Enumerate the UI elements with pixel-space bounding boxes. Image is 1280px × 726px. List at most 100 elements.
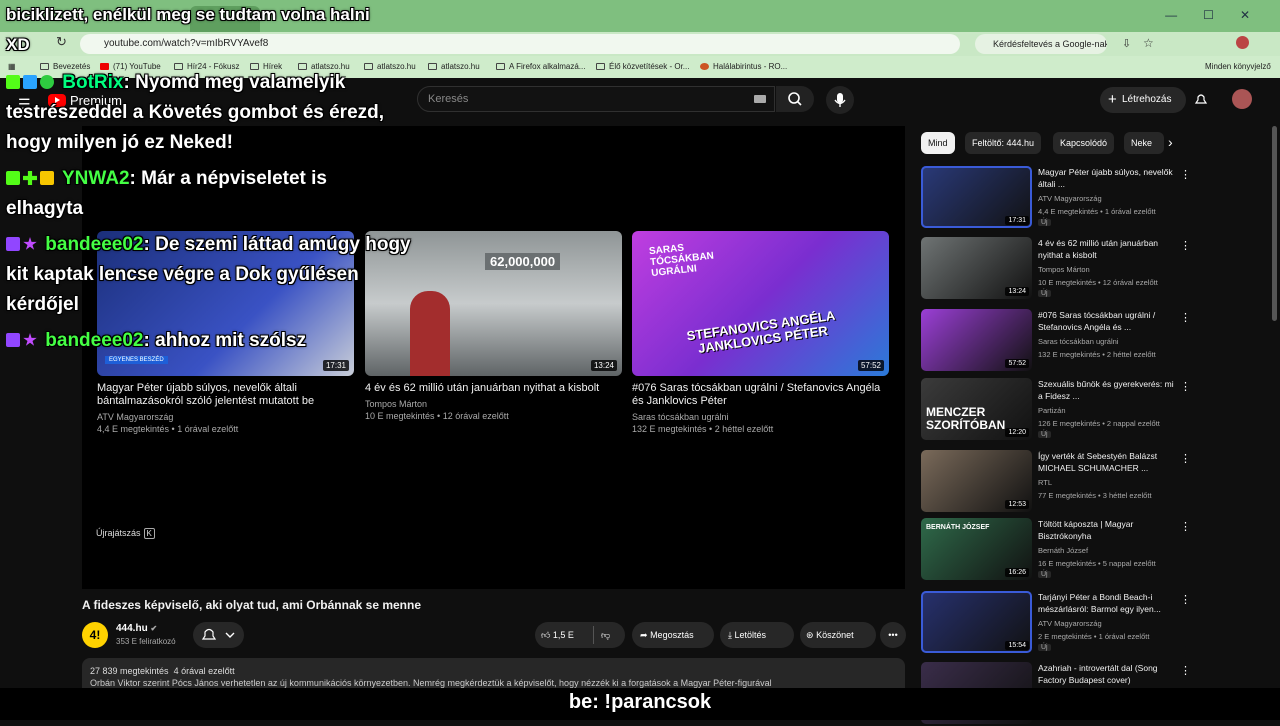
recommended-stats: 4,4 E megtekintés • 1 órával ezelőtt [1038, 207, 1156, 216]
new-badge: Új [1038, 644, 1051, 651]
more-vert-icon[interactable]: ⋮ [1180, 664, 1191, 677]
recommended-video[interactable]: 17:31 Magyar Péter újabb súlyos, nevelők … [921, 166, 1191, 230]
chat-message: bandeee02: ahhoz mit szólsz [6, 326, 306, 356]
chip-uploader[interactable]: Feltöltő: 444.hu [965, 132, 1042, 154]
recommended-video[interactable]: 15:54 Tarjányi Péter a Bondi Beach-i mész… [921, 591, 1191, 655]
address-bar[interactable]: youtube.com/watch?v=mIbRVYAvef8 [80, 34, 960, 54]
more-vert-icon[interactable]: ⋮ [1180, 380, 1191, 393]
bookmark-star-icon[interactable]: ☆ [1143, 36, 1154, 50]
chat-username: bandeee02 [45, 330, 144, 351]
thumbnail-overlay-text: 62,000,000 [485, 253, 561, 270]
bookmark-label: Halálabirintus - RO... [713, 62, 788, 71]
recommended-video[interactable]: MENCZER SZORÍTÓBAN 12:20 Szexuális bűnök é… [921, 378, 1191, 442]
channel-name[interactable]: 444.hu ✔ [116, 623, 157, 634]
thanks-label: Köszönet [816, 630, 854, 640]
chat-text: : De szemi láttad amúgy hogy [143, 234, 411, 255]
url-text: youtube.com/watch?v=mIbRVYAvef8 [104, 38, 269, 49]
scrollbar[interactable] [1272, 126, 1277, 321]
more-vert-icon[interactable]: ⋮ [1180, 311, 1191, 324]
like-dislike-group: 👍︎ 1,5 E 👎︎ [535, 622, 625, 648]
duration-badge: 16:26 [1005, 568, 1029, 577]
install-icon[interactable]: ⇩ [1122, 37, 1131, 50]
endscreen-channel: ATV Magyarország [97, 412, 174, 422]
recommended-thumbnail: 13:24 [921, 237, 1032, 299]
more-vert-icon[interactable]: ⋮ [1180, 520, 1191, 533]
keyboard-icon[interactable] [754, 95, 766, 103]
chip-all[interactable]: Mind [921, 132, 955, 154]
download-button[interactable]: ⤓ Letöltés [720, 622, 794, 648]
search-button[interactable] [776, 86, 814, 112]
all-bookmarks[interactable]: Minden könyvjelző [1205, 62, 1271, 71]
maximize-icon[interactable]: ☐ [1203, 8, 1214, 22]
create-button[interactable]: Létrehozás [1100, 87, 1186, 113]
more-vert-icon[interactable]: ⋮ [1180, 452, 1191, 465]
endscreen-video-card[interactable]: SARAS TÓCSÁKBAN UGRÁLNI STEFANOVICS ANGÉ… [632, 231, 889, 435]
notifications-bell-icon[interactable] [1194, 92, 1208, 107]
search-placeholder: Keresés [428, 93, 469, 105]
bell-dropdown-icon [201, 628, 235, 640]
endscreen-channel: Saras tócsákban ugrálni [632, 412, 729, 422]
recommended-stats: 132 E megtekintés • 2 héttel ezelőtt [1038, 350, 1156, 359]
voice-search-button[interactable] [826, 86, 854, 114]
recommended-thumbnail: 17:31 [921, 166, 1032, 228]
thanks-button[interactable]: ⊛ Köszönet [800, 622, 876, 648]
new-badge: Új [1038, 290, 1051, 297]
more-icon: ••• [888, 630, 898, 640]
bookmark-item[interactable]: atlatszo.hu [428, 62, 480, 71]
chevron-right-icon[interactable]: › [1168, 134, 1173, 150]
verified-icon: ✔ [150, 624, 158, 633]
bookmark-item[interactable]: Élő közvetítések - Or... [596, 62, 689, 71]
recommended-thumbnail: 15:54 [921, 591, 1032, 653]
chip-for-you[interactable]: Neke [1124, 132, 1164, 154]
recommended-thumbnail: BERNÁTH JÓZSEF 16:26 [921, 518, 1032, 580]
thumbnail-overlay-text: STEFANOVICS ANGÉLA JANKLOVICS PÉTER [685, 307, 837, 356]
bookmark-label: A Firefox alkalmazá... [509, 62, 586, 71]
dislike-button[interactable]: 👎︎ [601, 622, 610, 648]
description-text: Orbán Viktor szerint Pócs János verhetet… [90, 678, 772, 688]
close-icon[interactable]: ✕ [1240, 8, 1250, 22]
crown-badge-icon [40, 171, 54, 185]
recommended-video[interactable]: BERNÁTH JÓZSEF 16:26 Töltött káposzta | Ma… [921, 518, 1191, 582]
video-title: A fideszes képviselő, aki olyat tud, ami… [82, 598, 422, 612]
recommended-video[interactable]: 57:52 #076 Saras tócsákban ugrálni / Stef… [921, 309, 1191, 373]
share-button[interactable]: ➦ Megosztás [632, 622, 714, 648]
like-button[interactable]: 👍︎ 1,5 E [541, 622, 574, 648]
profile-avatar[interactable] [1236, 36, 1249, 49]
reload-icon[interactable]: ↻ [56, 34, 67, 50]
recommended-thumbnail: 12:53 [921, 450, 1032, 512]
replay-shortcut-key: K [143, 528, 155, 539]
more-vert-icon[interactable]: ⋮ [1180, 239, 1191, 252]
subscribed-bell-button[interactable] [193, 622, 244, 648]
recommended-video[interactable]: 12:53 Így verték át Sebestyén Balázst MIC… [921, 450, 1191, 514]
more-vert-icon[interactable]: ⋮ [1180, 593, 1191, 606]
thanks-icon: ⊛ [806, 630, 814, 640]
chat-text-continued: kit kaptak lencse végre a Dok gyűlésen [6, 264, 359, 285]
chat-username: BotRix [62, 72, 124, 93]
bookmark-item[interactable]: Halálabirintus - RO... [700, 62, 787, 71]
thumbs-up-icon: 👍︎ [541, 630, 551, 640]
more-actions-button[interactable]: ••• [880, 622, 906, 648]
bookmark-item[interactable]: atlatszo.hu [364, 62, 416, 71]
recommended-title: Magyar Péter újabb súlyos, nevelők által… [1038, 167, 1173, 189]
search-input[interactable]: Keresés [417, 86, 775, 112]
view-count: 27 839 megtekintés [90, 666, 169, 676]
twitch-badge-icon [6, 333, 20, 347]
thumbnail-overlay-text: MENCZER SZORÍTÓBAN [926, 405, 1006, 432]
thumbnail-banner: EGYENES BESZÉD [105, 356, 168, 364]
channel-avatar[interactable]: 4! [82, 622, 108, 648]
recommended-title: Szexuális bűnök és gyerekverés: mi a Fid… [1038, 379, 1174, 401]
browser-nav-bar: ↻ youtube.com/watch?v=mIbRVYAvef8 Kérdés… [0, 32, 1280, 56]
bookmark-item[interactable]: A Firefox alkalmazá... [496, 62, 585, 71]
chip-related[interactable]: Kapcsolódó [1053, 132, 1115, 154]
replay-button[interactable]: Újrajátszás K [96, 528, 155, 539]
more-vert-icon[interactable]: ⋮ [1180, 168, 1191, 181]
thumbnail-overlay-text: BERNÁTH JÓZSEF [926, 524, 990, 531]
google-search-chip[interactable]: Kérdésfeltevés a Google-nak [975, 34, 1107, 54]
minimize-icon[interactable]: — [1165, 8, 1177, 22]
chat-text-continued: kérdőjel [6, 294, 79, 315]
bottom-banner-text: be: !parancsok [568, 691, 712, 713]
account-avatar[interactable] [1232, 89, 1252, 109]
video-player[interactable]: EGYENES BESZÉD 17:31 Magyar Péter újabb … [82, 126, 905, 589]
recommended-video[interactable]: 13:24 4 év és 62 millió után januárban ny… [921, 237, 1191, 301]
recommended-stats: 16 E megtekintés • 5 nappal ezelőtt [1038, 559, 1156, 568]
